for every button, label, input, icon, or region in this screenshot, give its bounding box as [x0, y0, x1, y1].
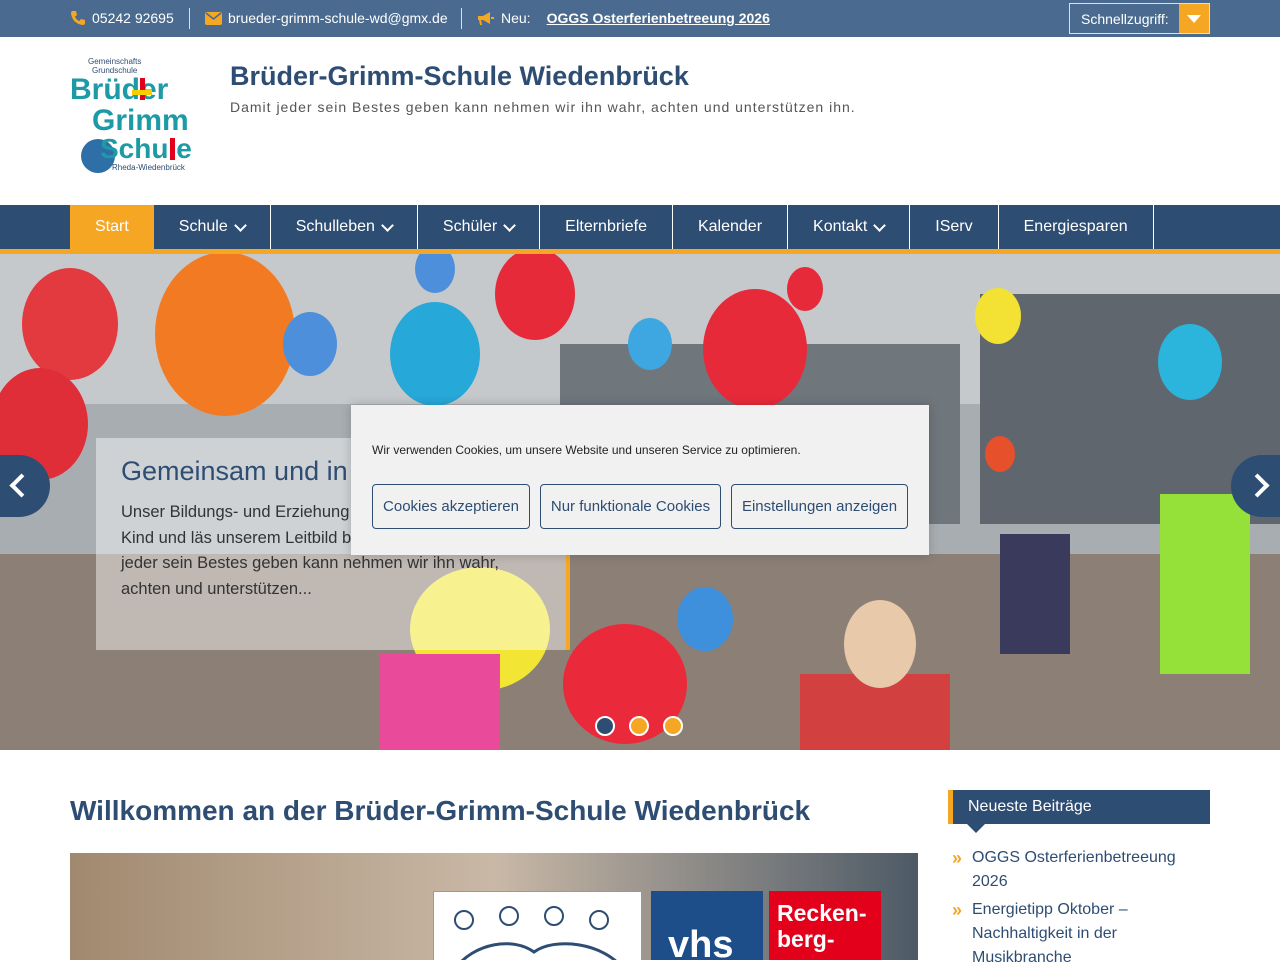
- nav-item-elternbriefe[interactable]: Elternbriefe: [540, 205, 673, 249]
- post-link[interactable]: Energietipp Oktober – Nachhaltigkeit in …: [972, 898, 1210, 970]
- chevron-down-icon[interactable]: [1179, 4, 1209, 33]
- cookie-banner: Wir verwenden Cookies, um unsere Website…: [351, 405, 929, 555]
- logo-text: Rheda-Wiedenbrück: [112, 163, 186, 172]
- news-link[interactable]: OGGS Osterferienbetreeung 2026: [547, 10, 770, 26]
- quick-access-dropdown[interactable]: Schnellzugriff:: [1069, 3, 1210, 34]
- feature-image[interactable]: vhs Recken- berg-: [70, 853, 918, 960]
- recent-posts-list: » OGGS Osterferienbetreeung 2026 » Energ…: [952, 846, 1210, 974]
- vhs-text: vhs: [668, 924, 734, 960]
- post-link[interactable]: OGGS Osterferienbetreeung 2026: [972, 846, 1210, 894]
- reckenberg-logo: Recken- berg-: [769, 891, 881, 960]
- site-description: Damit jeder sein Bestes geben kann nehme…: [230, 99, 856, 115]
- chevron-down-icon: [233, 218, 247, 232]
- nav-label: Schulleben: [295, 218, 375, 235]
- phone-icon: [71, 11, 85, 25]
- page-title: Willkommen an der Brüder-Grimm-Schule Wi…: [70, 795, 811, 826]
- slide-dot[interactable]: [663, 716, 683, 736]
- phone-contact[interactable]: 05242 92695: [70, 10, 174, 26]
- phone-number: 05242 92695: [92, 10, 174, 26]
- divider: [189, 8, 190, 29]
- nav-label: Energiesparen: [1023, 218, 1128, 235]
- cookie-settings-button[interactable]: Einstellungen anzeigen: [731, 484, 908, 529]
- nav-label: IServ: [935, 218, 973, 235]
- double-chevron-icon: »: [952, 848, 963, 868]
- nav-item-iserv[interactable]: IServ: [910, 205, 999, 249]
- email-address: brueder-grimm-schule-wd@gmx.de: [228, 10, 448, 26]
- recent-post-item[interactable]: » Energietipp Oktober – Nachhaltigkeit i…: [952, 898, 1210, 970]
- double-chevron-icon: »: [952, 900, 963, 920]
- nav-label: Schule: [178, 218, 228, 235]
- nav-item-kontakt[interactable]: Kontakt: [788, 205, 911, 249]
- accept-cookies-button[interactable]: Cookies akzeptieren: [372, 484, 530, 529]
- logo-text: Brüder: [70, 73, 169, 106]
- sidebar-heading: Neueste Beiträge: [948, 790, 1210, 833]
- divider: [461, 8, 462, 29]
- vhs-logo: vhs: [651, 891, 763, 960]
- nav-item-start[interactable]: Start: [70, 205, 154, 249]
- reckenberg-text: berg-: [777, 926, 835, 952]
- email-contact[interactable]: brueder-grimm-schule-wd@gmx.de: [205, 10, 448, 26]
- nav-label: Elternbriefe: [565, 218, 647, 235]
- chevron-down-icon: [873, 218, 887, 232]
- news-ticker: Neu: OGGS Osterferienbetreeung 2026: [477, 10, 770, 26]
- nav-label: Start: [95, 218, 129, 235]
- logo-text: Schule: [100, 133, 192, 164]
- slide-dot[interactable]: [629, 716, 649, 736]
- nav-label: Schüler: [442, 218, 498, 235]
- nav-item-schule[interactable]: Schule: [154, 205, 271, 249]
- nav-item-kalender[interactable]: Kalender: [673, 205, 789, 249]
- chevron-down-icon: [381, 218, 394, 232]
- slider-pagination: [595, 716, 683, 736]
- slide-dot[interactable]: [595, 716, 615, 736]
- functional-cookies-button[interactable]: Nur funktionale Cookies: [540, 484, 721, 529]
- quick-access-label: Schnellzugriff:: [1081, 11, 1169, 27]
- school-logo[interactable]: Gemeinschafts Grundschule Brüder Grimm S…: [70, 56, 220, 176]
- nav-item-energiesparen[interactable]: Energiesparen: [999, 205, 1154, 249]
- slide-title[interactable]: Gemeinsam und in: [121, 456, 348, 487]
- site-title[interactable]: Brüder-Grimm-Schule Wiedenbrück: [230, 61, 689, 92]
- bullhorn-icon: [478, 11, 494, 25]
- reckenberg-text: Recken-: [777, 900, 867, 926]
- nav-item-schueler[interactable]: Schüler: [418, 205, 541, 249]
- nav-item-schulleben[interactable]: Schulleben: [271, 205, 418, 249]
- top-bar: 05242 92695 brueder-grimm-schule-wd@gmx.…: [0, 0, 1280, 37]
- nav-label: Kalender: [697, 218, 763, 235]
- main-navigation: Start Schule Schulleben Schüler Elternbr…: [0, 205, 1280, 254]
- nav-label: Kontakt: [813, 218, 868, 235]
- recent-post-item[interactable]: » OGGS Osterferienbetreeung 2026: [952, 846, 1210, 894]
- chevron-down-icon: [503, 218, 517, 232]
- news-label: Neu:: [501, 10, 531, 26]
- oggs-logo: [433, 891, 642, 960]
- logo-text: Gemeinschafts: [88, 57, 141, 66]
- cookie-message: Wir verwenden Cookies, um unsere Website…: [372, 443, 801, 457]
- sidebar-heading-label: Neueste Beiträge: [968, 798, 1092, 815]
- envelope-icon: [205, 11, 222, 25]
